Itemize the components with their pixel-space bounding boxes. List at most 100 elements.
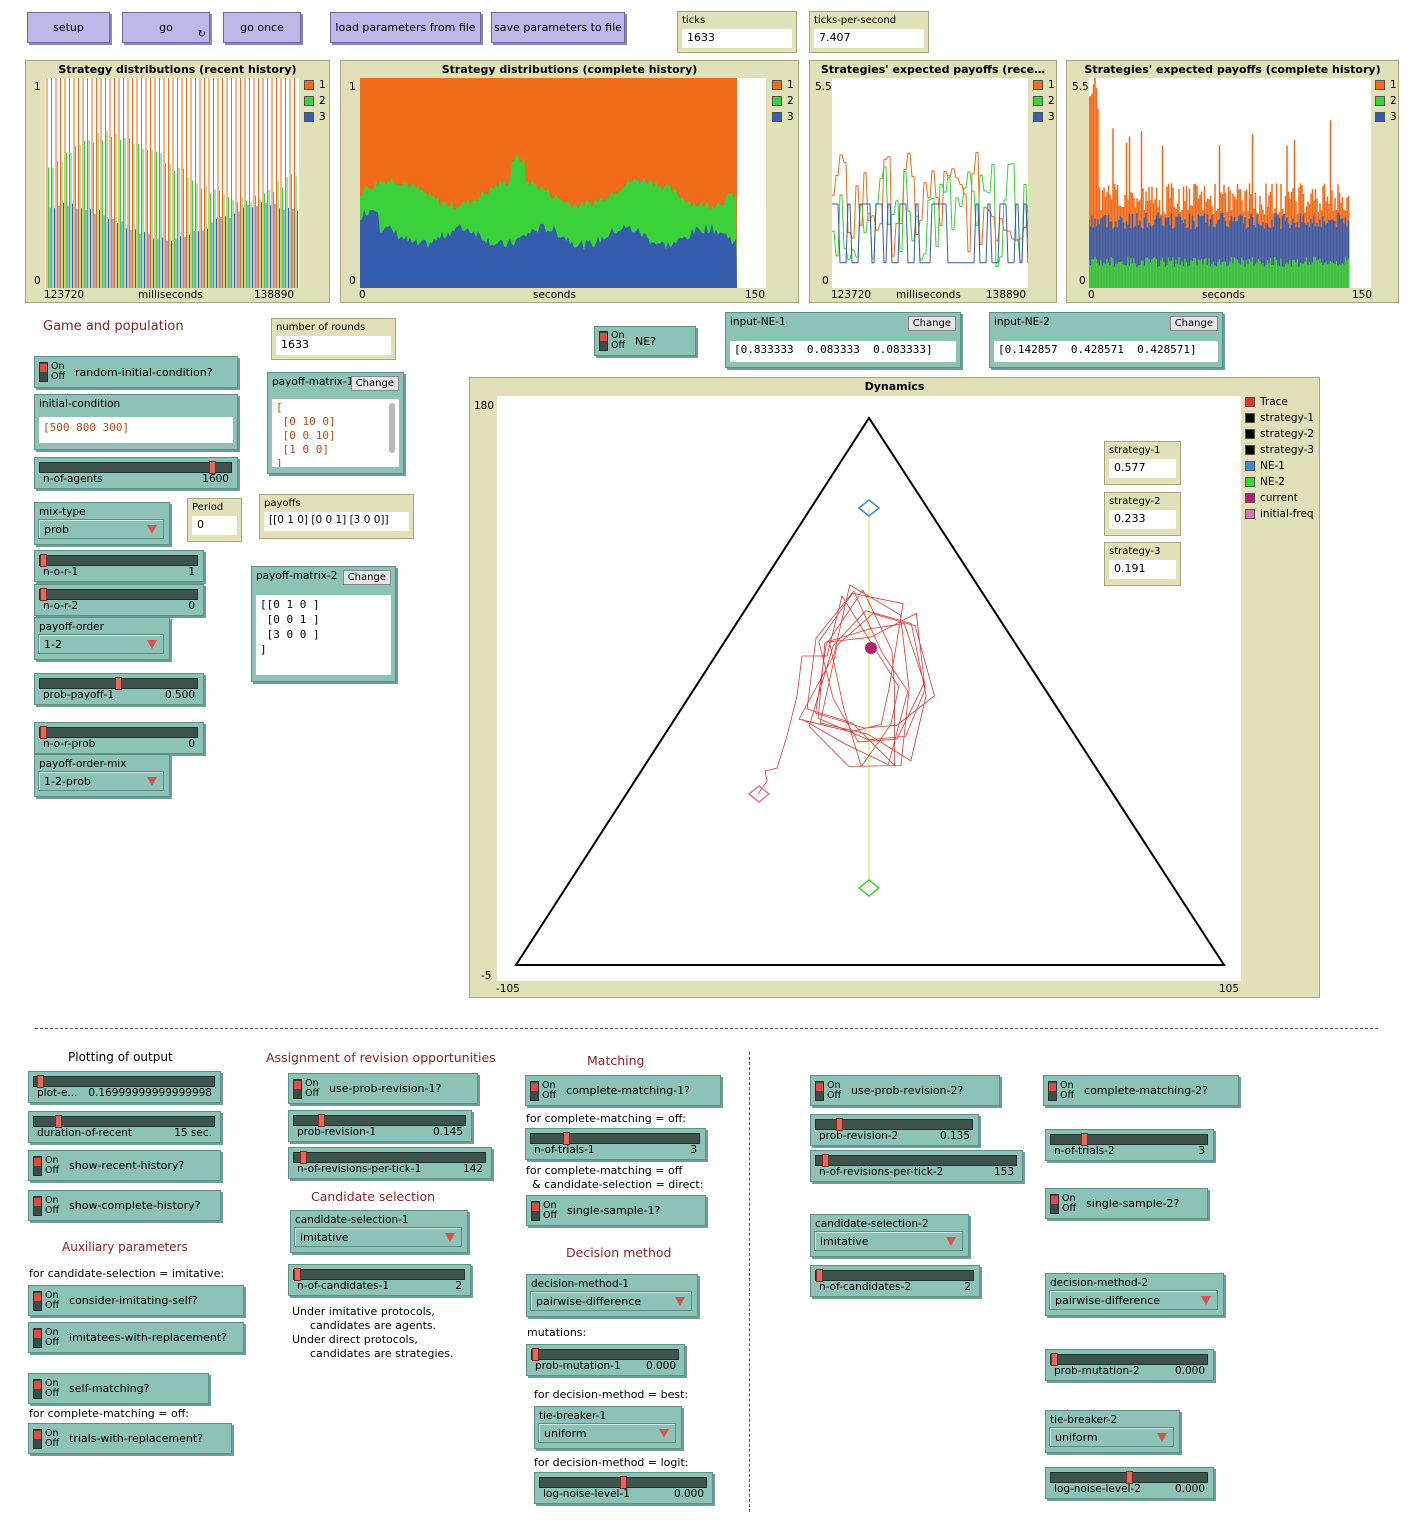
chooser-select[interactable]: uniform: [1049, 1427, 1174, 1447]
ne-switch[interactable]: On Off NE?: [594, 326, 696, 356]
payoff-matrix-1-input[interactable]: payoff-matrix-1 Change[ [0 10 0] [0 0 10]…: [267, 372, 404, 474]
setup-button[interactable]: setup: [27, 12, 110, 43]
prob-revision-1-slider[interactable]: prob-revision-1 0.145: [288, 1110, 472, 1142]
slider-track[interactable]: [39, 588, 198, 601]
prob-mutation-2-slider[interactable]: prob-mutation-2 0.000: [1045, 1349, 1214, 1381]
payoff-order-mix-chooser[interactable]: payoff-order-mix 1-2-prob: [34, 754, 170, 797]
tie-breaker-1-chooser[interactable]: tie-breaker-1 uniform: [534, 1406, 682, 1449]
use-prob-revision-1-switch[interactable]: On Off use-prob-revision-1?: [288, 1073, 478, 1104]
log-noise-level-1-slider[interactable]: log-noise-level-1 0.000: [534, 1472, 713, 1504]
go-once-button[interactable]: go once: [223, 12, 301, 43]
plot-complete-payoffs: Strategies' expected payoffs (complete h…: [1066, 37, 1399, 303]
plot-every-slider[interactable]: plot-e... 0.16999999999999998: [28, 1071, 221, 1103]
load-parameters-button[interactable]: load parameters from file: [330, 12, 481, 43]
self-matching-switch[interactable]: On Off self-matching?: [28, 1373, 209, 1404]
slider-track[interactable]: [815, 1154, 1017, 1167]
random-initial-condition-switch[interactable]: On Off random-initial-condition?: [34, 356, 238, 388]
scrollbar[interactable]: [389, 403, 395, 453]
input-field[interactable]: [0.833333 0.083333 0.083333]: [730, 341, 956, 362]
slider-track[interactable]: [815, 1118, 973, 1131]
slider-track[interactable]: [815, 1269, 974, 1282]
slider-handle[interactable]: [115, 677, 122, 690]
duration-of-recent-slider[interactable]: duration-of-recent 15 sec.: [28, 1111, 221, 1143]
slider-track[interactable]: [39, 677, 198, 690]
change-button[interactable]: Change: [342, 570, 391, 585]
n-of-trials-1-slider[interactable]: n-of-trials-1 3: [525, 1128, 706, 1160]
prob-mutation-1-slider[interactable]: prob-mutation-1 0.000: [526, 1344, 685, 1376]
input-field[interactable]: [0.142857 0.428571 0.428571]: [994, 341, 1218, 362]
single-sample-2-switch[interactable]: On Off single-sample-2?: [1045, 1188, 1208, 1219]
show-complete-history-switch[interactable]: On Off show-complete-history?: [28, 1190, 221, 1221]
tie-breaker-2-chooser[interactable]: tie-breaker-2 uniform: [1045, 1410, 1180, 1453]
decision-method-1-chooser[interactable]: decision-method-1 pairwise-difference: [526, 1274, 698, 1317]
input-field[interactable]: [[0 1 0 ] [0 0 1 ] [3 0 0 ] ]: [256, 595, 391, 675]
n-of-agents-slider[interactable]: n-of-agents 1600: [34, 457, 238, 489]
change-button[interactable]: Change: [1169, 316, 1218, 331]
initial-condition-input[interactable]: initial-condition [500 800 300]: [34, 394, 238, 450]
imitatees-with-replacement-switch[interactable]: On Off imitatees-with-replacement?: [28, 1322, 244, 1353]
mix-type-chooser[interactable]: mix-type prob: [34, 502, 170, 545]
n-of-trials-2-slider[interactable]: n-of-trials-2 3: [1045, 1129, 1214, 1161]
change-button[interactable]: Change: [907, 316, 956, 331]
strategy-3-monitor: strategy-3 0.191: [1104, 542, 1181, 586]
complete-matching-2-switch[interactable]: On Off complete-matching-2?: [1043, 1075, 1239, 1106]
legend-item: 3: [772, 109, 794, 125]
chooser-select[interactable]: imitative: [814, 1231, 963, 1251]
slider-track[interactable]: [33, 1115, 215, 1128]
go-button[interactable]: go ↻: [122, 12, 210, 43]
n-o-r-prob-slider[interactable]: n-o-r-prob 0: [34, 722, 204, 754]
log-noise-level-2-slider[interactable]: log-noise-level-2 0.000: [1045, 1467, 1214, 1499]
slider-track[interactable]: [39, 554, 198, 567]
n-o-r-1-slider[interactable]: n-o-r-1 1: [34, 550, 204, 582]
payoff-order-chooser[interactable]: payoff-order 1-2: [34, 617, 170, 660]
n-o-r-2-slider[interactable]: n-o-r-2 0: [34, 584, 204, 616]
slider-track[interactable]: [39, 461, 232, 474]
slider-track[interactable]: [293, 1268, 465, 1281]
single-sample-1-switch[interactable]: On Off single-sample-1?: [526, 1195, 706, 1226]
use-prob-revision-2-switch[interactable]: On Off use-prob-revision-2?: [810, 1075, 1000, 1106]
n-of-candidates-2-slider[interactable]: n-of-candidates-2 2: [810, 1265, 980, 1297]
slider-track[interactable]: [1050, 1133, 1208, 1146]
slider-track[interactable]: [531, 1348, 679, 1361]
plot-title: Strategy distributions (recent history): [58, 63, 297, 76]
slider-track[interactable]: [39, 726, 198, 739]
x-min: -105: [496, 983, 520, 995]
input-ne-1[interactable]: input-NE-1 Change [0.833333 0.083333 0.083…: [725, 312, 961, 368]
slider-track[interactable]: [530, 1132, 700, 1145]
change-button[interactable]: Change: [350, 376, 399, 391]
chooser-select[interactable]: pairwise-difference: [530, 1291, 692, 1311]
slider-track[interactable]: [33, 1075, 215, 1088]
slider-track[interactable]: [293, 1114, 466, 1127]
prob-payoff-1-slider[interactable]: prob-payoff-1 0.500: [34, 673, 204, 705]
consider-imitating-self-switch[interactable]: On Off consider-imitating-self?: [28, 1285, 244, 1316]
input-ne-2[interactable]: input-NE-2 Change [0.142857 0.428571 0.428…: [989, 312, 1223, 368]
prob-revision-2-slider[interactable]: prob-revision-2 0.135: [810, 1114, 979, 1146]
chooser-select[interactable]: uniform: [538, 1423, 676, 1443]
decision-method-2-chooser[interactable]: decision-method-2 pairwise-difference: [1045, 1273, 1224, 1316]
chooser-select[interactable]: 1-2: [38, 634, 164, 654]
slider-label: log-noise-level-2: [1054, 1483, 1141, 1495]
switch-label: complete-matching-2?: [1084, 1084, 1208, 1097]
save-parameters-button[interactable]: save parameters to file: [491, 12, 625, 43]
payoff-matrix-2-input[interactable]: payoff-matrix-2 Change [[0 1 0 ] [0 0 1 ] …: [251, 566, 396, 682]
slider-track[interactable]: [1050, 1353, 1208, 1366]
slider-track[interactable]: [1050, 1471, 1208, 1484]
candidate-selection-1-chooser[interactable]: candidate-selection-1 imitative: [290, 1210, 468, 1253]
slider-track[interactable]: [293, 1151, 486, 1164]
trials-with-replacement-switch[interactable]: On Off trials-with-replacement?: [28, 1423, 232, 1454]
complete-matching-1-switch[interactable]: On Off complete-matching-1?: [525, 1075, 721, 1106]
chooser-select[interactable]: pairwise-difference: [1049, 1290, 1218, 1310]
chooser-select[interactable]: prob: [38, 519, 164, 539]
slider-track[interactable]: [539, 1476, 707, 1489]
candidate-selection-2-chooser[interactable]: candidate-selection-2 imitative: [810, 1214, 969, 1257]
n-of-revisions-per-tick-2-slider[interactable]: n-of-revisions-per-tick-2 153: [810, 1150, 1023, 1182]
n-of-candidates-1-slider[interactable]: n-of-candidates-1 2: [288, 1264, 471, 1296]
n-of-revisions-per-tick-1-slider[interactable]: n-of-revisions-per-tick-1 142: [288, 1147, 492, 1179]
input-field[interactable]: [ [0 10 0] [0 0 10] [1 0 0] ]: [272, 399, 399, 467]
chooser-select[interactable]: 1-2-prob: [38, 771, 164, 791]
slider-value: 153: [993, 1166, 1014, 1178]
switch-knob: [33, 1428, 42, 1449]
input-field[interactable]: [500 800 300]: [39, 417, 233, 443]
chooser-select[interactable]: imitative: [294, 1227, 462, 1247]
show-recent-history-switch[interactable]: On Off show-recent-history?: [28, 1150, 221, 1181]
